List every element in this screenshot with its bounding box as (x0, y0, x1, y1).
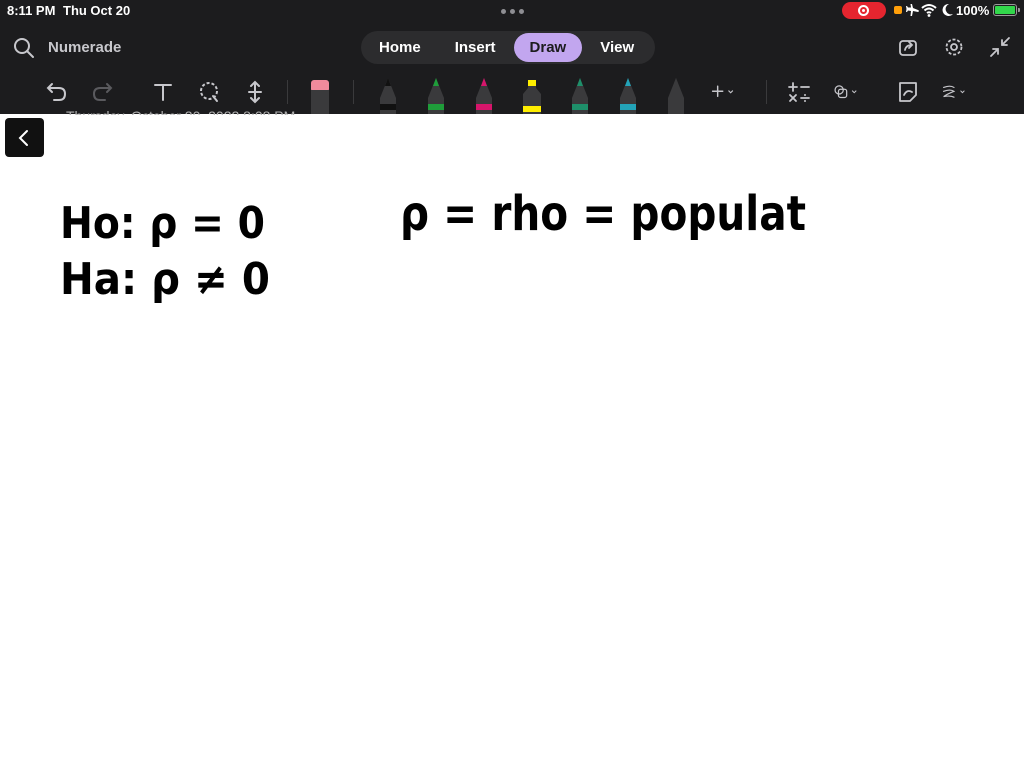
handwriting-null-hypothesis: Ho: ρ = 0 (60, 198, 265, 249)
drawing-canvas[interactable]: Ho: ρ = 0 Ha: ρ ≠ 0 ρ = rho = populat (0, 0, 1024, 768)
handwriting-alt-hypothesis: Ha: ρ ≠ 0 (60, 254, 270, 305)
handwriting-rho-definition: ρ = rho = populat (400, 186, 806, 242)
